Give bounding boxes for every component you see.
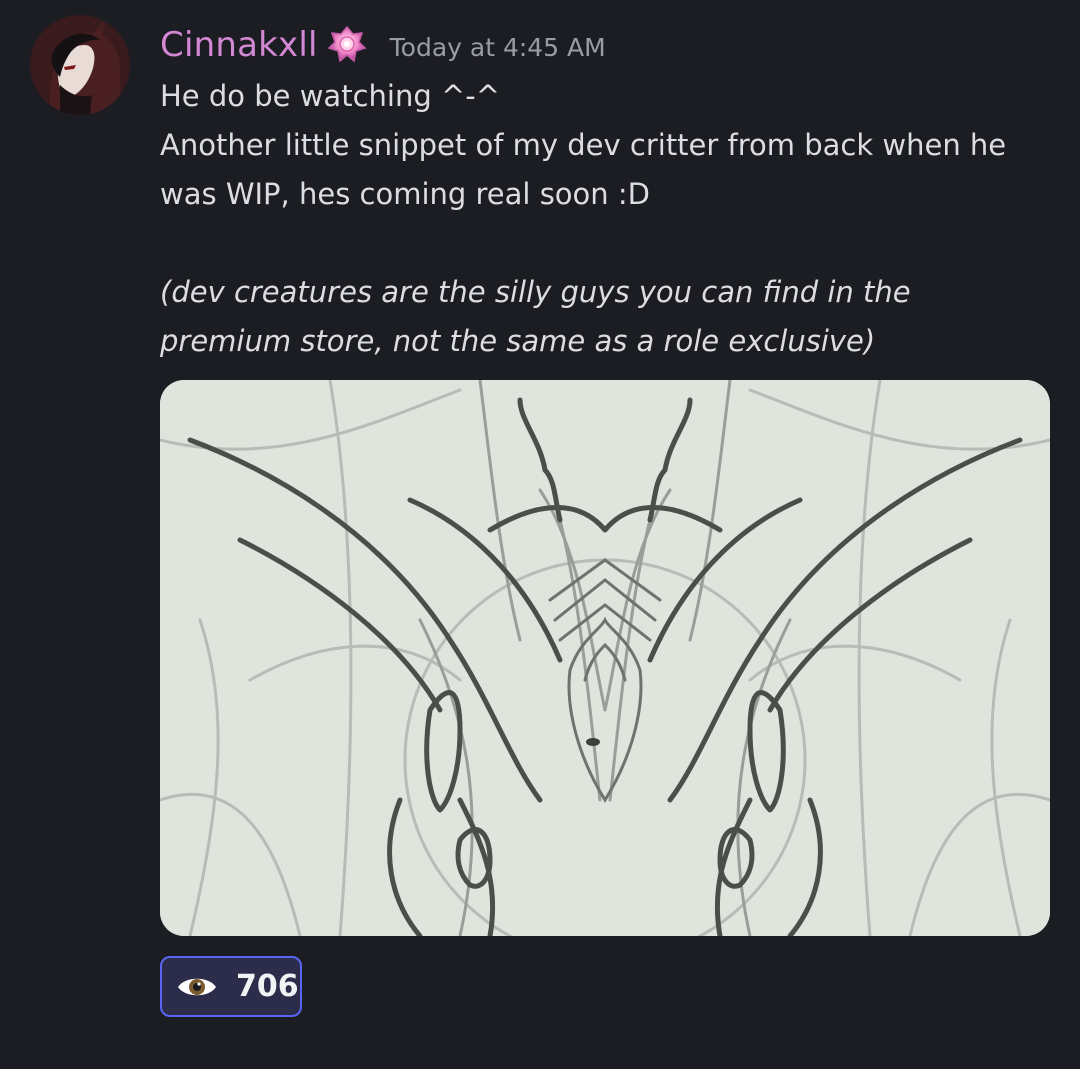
message-line: was WIP, hes coming real soon :D <box>160 177 650 211</box>
user-avatar[interactable] <box>30 15 130 115</box>
reaction-count: 706 <box>236 969 299 1004</box>
pencil-sketch-image <box>160 380 1050 936</box>
message-timestamp[interactable]: Today at 4:45 AM <box>390 33 606 62</box>
message-content: He do be watching ^-^ Another little sni… <box>160 72 1060 366</box>
reaction-eye[interactable]: 706 <box>160 956 302 1017</box>
message-italic-line: (dev creatures are the silly guys you ca… <box>160 275 911 309</box>
image-attachment[interactable] <box>160 380 1050 936</box>
author-name[interactable]: Cinnakxll <box>160 25 318 65</box>
message-line: Another little snippet of my dev critter… <box>160 128 1007 162</box>
eye-icon <box>176 972 218 1002</box>
message-line: He do be watching ^-^ <box>160 79 501 113</box>
message-italic-line: premium store, not the same as a role ex… <box>160 324 876 358</box>
chat-message: Cinnakxll Today at 4:45 AM He do be watc… <box>0 0 1080 1069</box>
pink-gem-badge-icon[interactable] <box>326 24 368 66</box>
message-header: Cinnakxll Today at 4:45 AM <box>160 22 606 68</box>
